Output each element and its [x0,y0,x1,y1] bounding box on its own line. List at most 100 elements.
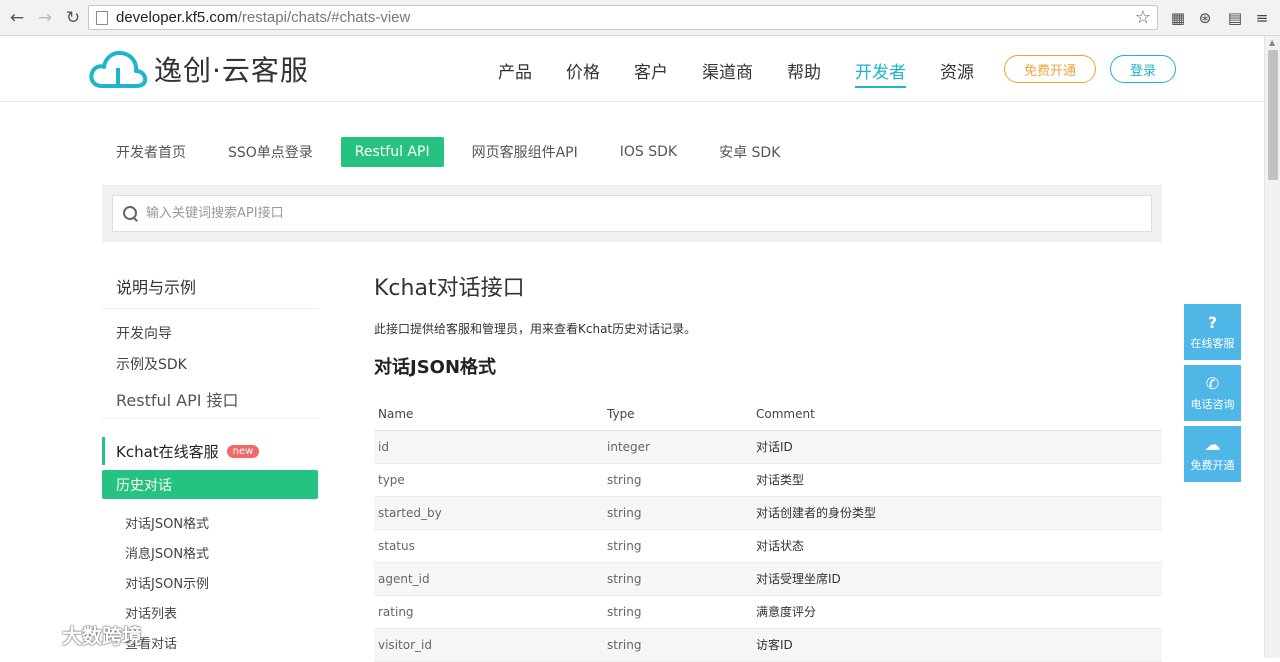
nav-products[interactable]: 产品 [498,58,532,86]
nav-help[interactable]: 帮助 [787,58,821,86]
cell-name: status [374,529,603,563]
sidebar: 说明与示例 开发向导 示例及SDK Restful API 接口 Kchat在线… [102,268,318,657]
logo[interactable]: 逸创·云客服 [88,48,309,90]
forward-arrow-icon[interactable]: → [34,7,56,29]
table-row: started_by string 对话创建者的身份类型 [374,496,1162,530]
subnav-ios-sdk[interactable]: IOS SDK [606,137,691,167]
developer-subnav: 开发者首页 SSO单点登录 Restful API 网页客服组件API IOS … [102,137,808,167]
nav-customers[interactable]: 客户 [634,58,668,86]
free-trial-float-label: 免费开通 [1190,459,1235,472]
nav-resources[interactable]: 资源 [940,58,974,86]
page-scrollbar[interactable]: ▲ [1264,36,1280,658]
phone-consult-button[interactable]: ✆ 电话咨询 [1184,365,1241,421]
logo-text: 逸创·云客服 [154,54,309,87]
scrollbar-thumb[interactable] [1268,50,1278,180]
table-header-row: Name Type Comment [374,399,1162,431]
table-row: rating string 满意度评分 [374,595,1162,629]
phone-consult-label: 电话咨询 [1190,398,1235,411]
free-trial-float-button[interactable]: ☁ 免费开通 [1184,426,1241,482]
watermark-text: 大数跨境 [62,624,142,648]
reload-icon[interactable]: ↻ [62,7,84,29]
subnav-android-sdk[interactable]: 安卓 SDK [705,137,794,167]
nav-developers[interactable]: 开发者 [855,58,906,88]
nav-pricing[interactable]: 价格 [566,58,600,86]
wifi-icon[interactable]: ⊛ [1195,8,1215,28]
cell-comment: 对话ID [752,430,1162,464]
cell-type: string [603,496,752,530]
question-icon: ? [1207,313,1218,332]
section-title: 对话JSON格式 [374,357,497,378]
site-header: 逸创·云客服 产品 价格 客户 渠道商 帮助 开发者 资源 免费开通 登录 [0,36,1264,102]
cell-comment: 对话受理坐席ID [752,562,1162,596]
free-trial-button[interactable]: 免费开通 [1004,55,1096,83]
sidebar-sub-chat-json[interactable]: 对话JSON格式 [102,507,318,537]
cell-name: id [374,430,603,464]
table-row: agent_id string 对话受理坐席ID [374,562,1162,596]
sidebar-sub-chat-json-example[interactable]: 对话JSON示例 [102,567,318,597]
sidebar-sub-message-json[interactable]: 消息JSON格式 [102,537,318,567]
nav-partners[interactable]: 渠道商 [702,58,753,86]
page-title: Kchat对话接口 [374,276,525,301]
main-nav: 产品 价格 客户 渠道商 帮助 开发者 资源 [498,58,1008,88]
cell-type: string [603,529,752,563]
cell-type: integer [603,430,752,464]
table-row: visitor_id string 访客ID [374,628,1162,662]
reader-icon[interactable]: ▤ [1225,8,1245,28]
page-icon [96,10,108,25]
bookmark-star-icon[interactable]: ☆ [1135,7,1151,28]
cell-name: agent_id [374,562,603,596]
sidebar-heading: 说明与示例 [102,268,318,309]
table-row: status string 对话状态 [374,529,1162,563]
watermark: 大数跨境 [10,620,142,649]
cell-comment: 对话状态 [752,529,1162,563]
address-bar[interactable]: developer.kf5.com/restapi/chats/#chats-v… [88,5,1158,30]
cell-comment: 对话类型 [752,463,1162,497]
column-header-type: Type [603,399,752,431]
cell-comment: 满意度评分 [752,595,1162,629]
main-content: Kchat对话接口 此接口提供给客服和管理员，用来查看Kchat历史对话记录。 … [374,270,1162,662]
sidebar-section-kchat[interactable]: Kchat在线客服 new [102,437,318,465]
browser-toolbar: ← → ↻ developer.kf5.com/restapi/chats/#c… [0,0,1280,36]
cloud-icon: ☁ [1204,435,1221,454]
subnav-web-widget-api[interactable]: 网页客服组件API [458,137,592,167]
phone-icon: ✆ [1205,374,1220,393]
page-description: 此接口提供给客服和管理员，用来查看Kchat历史对话记录。 [374,322,697,336]
subnav-sso[interactable]: SSO单点登录 [214,137,327,167]
search-box [112,195,1152,232]
cell-name: started_by [374,496,603,530]
sidebar-link-examples-sdk[interactable]: 示例及SDK [102,348,318,379]
url-text[interactable]: developer.kf5.com/restapi/chats/#chats-v… [116,9,410,26]
table-row: id integer 对话ID [374,430,1162,464]
subnav-dev-home[interactable]: 开发者首页 [102,137,200,167]
online-service-label: 在线客服 [1190,337,1235,350]
column-header-name: Name [374,399,603,431]
login-button[interactable]: 登录 [1110,55,1176,83]
cell-comment: 对话创建者的身份类型 [752,496,1162,530]
cell-type: string [603,562,752,596]
column-header-comment: Comment [752,399,1162,431]
cell-name: type [374,463,603,497]
search-icon [122,205,140,223]
scroll-up-icon[interactable]: ▲ [1269,38,1275,47]
sidebar-item-history-chats[interactable]: 历史对话 [102,470,318,499]
new-badge: new [226,444,260,458]
sidebar-link-dev-guide[interactable]: 开发向导 [102,317,318,348]
watermark-logo-icon [11,623,54,645]
cell-comment: 访客ID [752,628,1162,662]
cell-type: string [603,463,752,497]
search-bar-container [102,185,1162,242]
search-input[interactable] [146,206,1046,221]
cell-name: rating [374,595,603,629]
json-format-table: Name Type Comment id integer 对话ID type s… [374,399,1162,662]
sidebar-section-label: Kchat在线客服 [116,442,219,461]
extension-icon[interactable]: ▦ [1168,8,1188,28]
online-service-button[interactable]: ? 在线客服 [1184,304,1241,360]
sidebar-group-restful: Restful API 接口 [102,379,318,419]
cell-type: string [603,595,752,629]
menu-icon[interactable]: ≡ [1252,8,1272,28]
cell-type: string [603,628,752,662]
cloud-logo-icon [89,50,148,88]
subnav-restful-api[interactable]: Restful API [340,137,444,167]
cell-name: visitor_id [374,628,603,662]
back-arrow-icon[interactable]: ← [6,7,28,29]
